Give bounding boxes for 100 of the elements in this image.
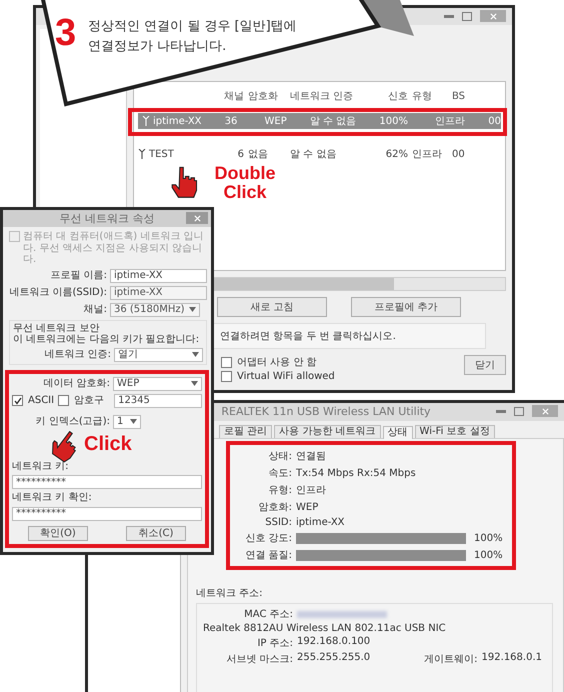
- instruction-text: 정상적인 연결이 될 경우 [일반]탭에: [88, 18, 297, 36]
- field-label: 데이터 암호화:: [42, 378, 110, 390]
- table-cell: iptime-XX: [153, 116, 202, 126]
- table-cell: TEST: [149, 148, 174, 160]
- field-label: SSID:: [264, 517, 292, 528]
- table-cell-text: 인프라: [412, 148, 443, 161]
- field-label: 네트워크 이름(SSID):: [9, 286, 107, 298]
- field-label: 네트워크 키:: [12, 460, 69, 472]
- network-row[interactable]: TEST 6 없음 알 수 없음 62% 인프라 00: [134, 146, 505, 162]
- key-input-field[interactable]: 12345: [114, 394, 202, 408]
- dropdown-caret-icon: [192, 352, 199, 357]
- checkbox[interactable]: [221, 356, 232, 368]
- network-key-field[interactable]: **********: [12, 475, 202, 489]
- field-label: IP 주소:: [256, 637, 293, 650]
- field-label: 속도:: [268, 467, 292, 480]
- confirm-key-field[interactable]: **********: [12, 506, 202, 520]
- dialog-button[interactable]: 확인(O): [28, 526, 88, 541]
- checkbox[interactable]: [58, 395, 70, 406]
- encryption-dropdown[interactable]: WEP: [113, 376, 202, 390]
- security-note: 이 네트워크에는 다음의 키가 필요합니다:: [13, 334, 200, 346]
- meter-reading: 100%: [474, 550, 503, 560]
- field-value: 연결됨: [296, 451, 326, 462]
- table-cell: WEP: [264, 116, 287, 126]
- field-label: 상태:: [268, 450, 292, 463]
- field-value: 192.168.0.100: [297, 636, 370, 649]
- field-label: 게이트웨이:: [424, 653, 478, 666]
- column-header[interactable]: 신호: [388, 91, 408, 102]
- meter-reading: 100%: [474, 532, 503, 544]
- checkbox-label: 컴퓨터 대 컴퓨터(애드혹) 네트워크 입니다. 무선 액세스 지점은 사용되지 않습니다.: [23, 231, 205, 266]
- close-icon: [542, 408, 548, 414]
- adapter-name: Realtek 8812AU Wireless LAN 802.11ac USB NIC: [203, 623, 447, 634]
- dropdown-caret-icon: [189, 307, 196, 312]
- table-cell-text: 00: [452, 148, 466, 160]
- field-label: 암호화:: [258, 501, 292, 514]
- close-button[interactable]: [186, 212, 208, 224]
- tab[interactable]: 로필 관리: [219, 425, 272, 438]
- field-label: MAC 주소:: [243, 608, 293, 621]
- dialog-button[interactable]: 취소(C): [126, 526, 186, 541]
- table-cell-text: 36: [224, 116, 238, 126]
- column-header[interactable]: 암호화: [248, 91, 278, 102]
- table-cell-text: 6: [236, 148, 245, 160]
- field-label: 네트워크 인증:: [43, 348, 111, 360]
- table-cell-text: 인프라: [435, 115, 466, 128]
- minimize-button[interactable]: [496, 410, 506, 412]
- field-label: 서브넷 마스크:: [225, 653, 293, 666]
- antenna-icon: [142, 116, 150, 126]
- close-button[interactable]: [480, 10, 506, 22]
- field-label: 신호 강도:: [244, 532, 292, 545]
- column-header[interactable]: 채널: [224, 91, 244, 102]
- maximize-button[interactable]: [514, 406, 524, 416]
- field-label: 네트워크 키 확인:: [12, 492, 92, 503]
- table-cell-text: 알 수 없음: [310, 115, 356, 128]
- hint-text: 연결하려면 항목을 두 번 클릭하십시오.: [220, 331, 396, 342]
- column-header[interactable]: 네트워크 인증: [290, 91, 354, 102]
- window-title: REALTEK 11n USB Wireless LAN Utility: [221, 405, 431, 418]
- field-value: 인프라: [296, 485, 326, 496]
- table-cell: 00: [488, 116, 501, 126]
- click-label: Click: [84, 434, 132, 455]
- field-label: 프로필 이름:: [49, 270, 107, 282]
- checkbox[interactable]: [221, 371, 232, 382]
- group-title: 네트워크 주소:: [196, 587, 264, 600]
- table-cell-text: 알 수 없음: [290, 148, 338, 161]
- profile-name-field[interactable]: iptime-XX: [110, 268, 207, 282]
- checkbox-label: ASCII: [28, 394, 54, 406]
- close-icon: [490, 12, 496, 20]
- column-header[interactable]: BS: [452, 90, 466, 102]
- field-label: 연결 품질:: [244, 549, 292, 562]
- close-dialog-button[interactable]: 닫기: [464, 355, 506, 375]
- ssid-field[interactable]: iptime-XX: [110, 286, 207, 300]
- table-cell-text: 100%: [379, 116, 409, 126]
- antenna-icon: [138, 149, 146, 159]
- instruction-text: 연결정보가 나타납니다.: [88, 38, 228, 56]
- minimize-button[interactable]: [444, 14, 454, 18]
- field-label: 유형:: [268, 484, 292, 497]
- step-number: 3: [55, 14, 76, 52]
- dropdown-caret-icon: [191, 381, 198, 386]
- channel-dropdown[interactable]: 36 (5180MHz): [110, 302, 200, 316]
- pointing-hand-icon: [170, 166, 198, 198]
- key-index-dropdown[interactable]: 1: [113, 414, 141, 428]
- close-button[interactable]: [532, 405, 558, 417]
- field-value: Tx:54 Mbps Rx:54 Mbps: [296, 468, 416, 478]
- field-value: WEP: [296, 502, 318, 512]
- checkbox-label: 암호구: [74, 394, 104, 406]
- tab[interactable]: 사용 가능한 네트워크: [274, 425, 381, 438]
- action-button[interactable]: 새로 고침: [217, 297, 327, 317]
- action-button[interactable]: 프로필에 추가: [351, 297, 461, 317]
- auth-dropdown[interactable]: 열기: [114, 348, 203, 362]
- field-value: 255.255.255.0: [297, 652, 370, 665]
- close-icon: [194, 214, 200, 222]
- field-label: 채널:: [82, 304, 107, 316]
- column-header[interactable]: 유형: [412, 91, 432, 102]
- field-label: 키 인덱스(고급):: [34, 416, 110, 428]
- checkbox-label: 어댑터 사용 안 함: [237, 356, 317, 369]
- maximize-button[interactable]: [462, 12, 472, 20]
- tab[interactable]: 상태: [382, 426, 413, 439]
- dialog-title: 무선 네트워크 속성: [60, 211, 154, 226]
- tab[interactable]: Wi-Fi 보호 설정: [414, 425, 495, 438]
- checkbox-label: Virtual WiFi allowed: [237, 371, 335, 382]
- field-value: iptime-XX: [296, 517, 345, 528]
- checkbox[interactable]: [12, 395, 23, 406]
